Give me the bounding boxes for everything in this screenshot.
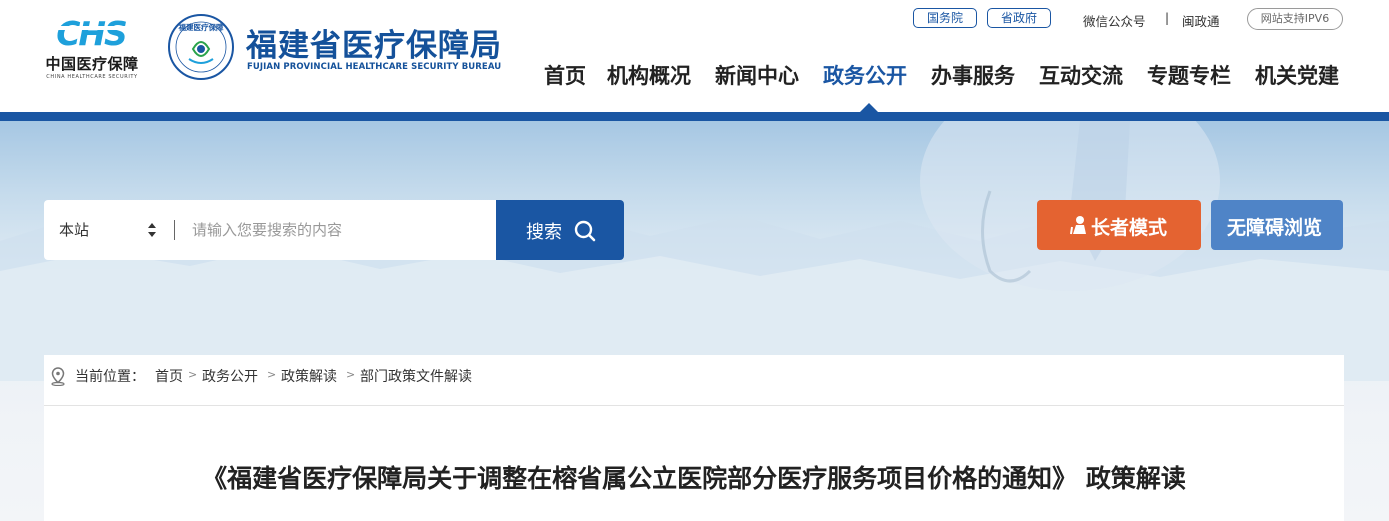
top-links: 国务院 省政府 微信公众号 | 闽政通 网站支持IPV6 xyxy=(0,8,1389,30)
chevron-right-icon: > xyxy=(346,368,356,381)
elder-mode-label: 长者模式 xyxy=(1091,218,1168,239)
wechat-link[interactable]: 微信公众号 xyxy=(1083,11,1146,30)
breadcrumb-gov-affairs[interactable]: 政务公开 xyxy=(202,366,258,386)
toplink-separator: | xyxy=(1165,11,1170,25)
nav-home[interactable]: 首页 xyxy=(544,60,586,90)
breadcrumb-dept-policy[interactable]: 部门政策文件解读 xyxy=(360,366,472,386)
nav-news[interactable]: 新闻中心 xyxy=(715,60,799,90)
accessible-browsing-button[interactable]: 无障碍浏览 xyxy=(1211,200,1343,250)
site-header: CHS 中国医疗保障 CHINA HEALTHCARE SECURITY 福建医… xyxy=(0,0,1389,112)
nav-about[interactable]: 机构概况 xyxy=(607,60,691,90)
mintong-link[interactable]: 闽政通 xyxy=(1182,11,1220,30)
search-input[interactable] xyxy=(192,212,532,248)
ipv6-badge: 网站支持IPV6 xyxy=(1247,8,1343,30)
nav-party[interactable]: 机关党建 xyxy=(1255,60,1339,90)
chevron-right-icon: > xyxy=(188,368,198,381)
location-pin-icon xyxy=(51,367,65,386)
breadcrumb-home[interactable]: 首页 xyxy=(155,366,183,386)
accessible-browsing-label: 无障碍浏览 xyxy=(1227,218,1323,239)
main-nav: 首页 机构概况 新闻中心 政务公开 办事服务 互动交流 专题专栏 机关党建 xyxy=(0,60,1389,90)
elder-mode-button[interactable]: 长者模式 xyxy=(1037,200,1201,250)
nav-services[interactable]: 办事服务 xyxy=(931,60,1015,90)
state-council-link[interactable]: 国务院 xyxy=(913,8,977,28)
content-panel: 当前位置： 首页 > 政务公开 > 政策解读 > 部门政策文件解读 《福建省医疗… xyxy=(44,355,1344,521)
nav-interaction[interactable]: 互动交流 xyxy=(1039,60,1123,90)
chevron-right-icon: > xyxy=(267,368,277,381)
search-scope-select[interactable]: 本站 xyxy=(59,219,89,240)
search-bar: 本站 搜索 xyxy=(44,200,624,260)
search-divider xyxy=(174,220,175,240)
nav-gov-affairs[interactable]: 政务公开 xyxy=(823,60,907,90)
article-title: 《福建省医疗保障局关于调整在榕省属公立医院部分医疗服务项目价格的通知》 政策解读 xyxy=(202,464,1186,493)
active-nav-indicator xyxy=(860,103,878,112)
breadcrumb-prefix: 当前位置： xyxy=(75,369,145,385)
sort-arrows-icon[interactable] xyxy=(147,222,157,238)
search-button[interactable]: 搜索 xyxy=(496,200,624,260)
nav-topics[interactable]: 专题专栏 xyxy=(1147,60,1231,90)
elder-person-icon xyxy=(1070,216,1086,235)
provincial-gov-link[interactable]: 省政府 xyxy=(987,8,1051,28)
search-icon xyxy=(574,220,596,242)
header-bottom-bar xyxy=(0,112,1389,121)
search-button-label: 搜索 xyxy=(526,222,562,242)
breadcrumb-policy-interpretation[interactable]: 政策解读 xyxy=(281,366,337,386)
breadcrumb-divider xyxy=(44,405,1344,406)
